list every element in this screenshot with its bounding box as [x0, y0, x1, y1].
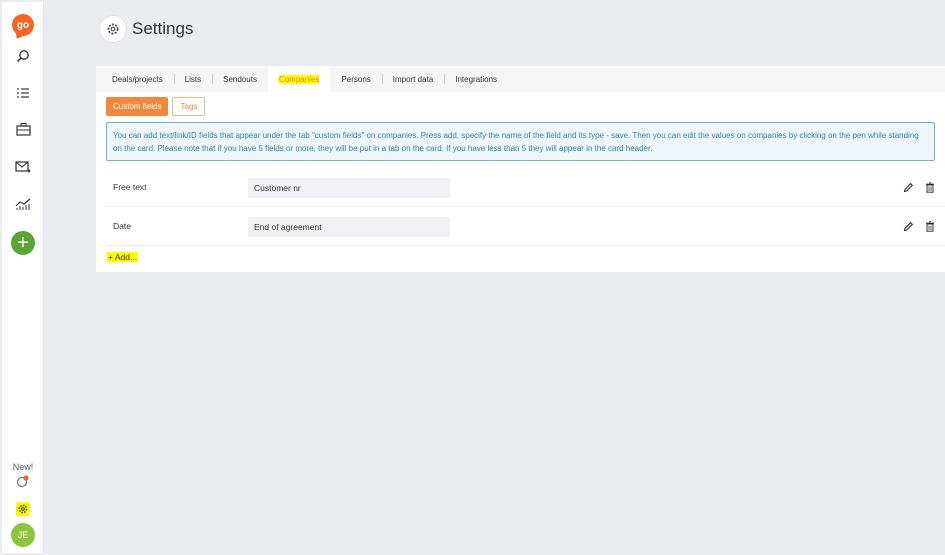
settings-button[interactable]	[2, 498, 44, 520]
search-button[interactable]	[2, 43, 44, 73]
deals-button[interactable]	[2, 116, 44, 146]
custom-fields-button[interactable]: Custom fields	[106, 97, 169, 116]
tab-import-data[interactable]: Import data	[381, 66, 444, 92]
tab-label: Deals/projects	[112, 74, 163, 84]
tab-label: Lists	[184, 74, 202, 84]
gear-icon	[100, 16, 126, 42]
settings-panel: Deals/projects Lists Sendouts Companies …	[96, 66, 945, 272]
new-label: New!	[2, 460, 44, 474]
field-type: Date	[113, 221, 131, 231]
tab-integrations[interactable]: Integrations	[444, 66, 508, 92]
add-new-button[interactable]: +	[2, 228, 44, 258]
trash-icon[interactable]	[924, 181, 936, 193]
field-type: Free text	[113, 182, 147, 192]
gear-icon	[16, 502, 30, 516]
trash-icon[interactable]	[924, 220, 936, 232]
info-message: You can add text/link/ID fields that app…	[106, 122, 935, 161]
user-avatar-button[interactable]: JE	[2, 520, 44, 550]
new-label-text: New!	[12, 462, 34, 472]
tab-persons[interactable]: Persons	[330, 66, 381, 92]
add-field-link[interactable]: + Add...	[107, 252, 139, 262]
plus-icon: +	[11, 231, 35, 255]
statistics-button[interactable]	[2, 191, 44, 221]
notification-icon	[16, 474, 30, 493]
tab-lists[interactable]: Lists	[173, 66, 212, 92]
avatar: JE	[11, 523, 35, 547]
chart-icon	[15, 197, 31, 216]
go-logo: go	[12, 14, 34, 36]
mail-icon	[15, 160, 31, 179]
tab-label: Import data	[392, 74, 434, 84]
tab-label: Companies	[278, 74, 320, 84]
pencil-icon[interactable]	[902, 181, 914, 193]
page-title: Settings	[132, 19, 194, 38]
table-row: Date	[106, 207, 945, 246]
subtab-buttons: Custom fields Tags	[106, 97, 206, 116]
sendouts-button[interactable]	[2, 154, 44, 184]
settings-tabs: Deals/projects Lists Sendouts Companies …	[96, 66, 945, 92]
tags-button[interactable]: Tags	[172, 97, 206, 116]
pencil-icon[interactable]	[902, 220, 914, 232]
lists-button[interactable]	[2, 80, 44, 110]
tab-label: Integrations	[455, 74, 498, 84]
tab-sendouts[interactable]: Sendouts	[212, 66, 268, 92]
briefcase-icon	[15, 122, 31, 141]
logo-button[interactable]: go	[2, 10, 44, 40]
table-row: Free text	[106, 168, 945, 207]
whats-new-button[interactable]	[2, 473, 44, 493]
field-name-input[interactable]	[248, 217, 450, 237]
tab-label: Sendouts	[223, 74, 257, 84]
sidebar: go + New! JE	[2, 2, 44, 553]
tab-label: Persons	[341, 74, 371, 84]
search-icon	[16, 49, 30, 68]
tab-deals-projects[interactable]: Deals/projects	[96, 66, 174, 92]
list-icon	[16, 86, 30, 105]
page-header: Settings	[100, 16, 193, 42]
field-name-input[interactable]	[248, 178, 450, 198]
tab-companies[interactable]: Companies	[267, 66, 331, 92]
